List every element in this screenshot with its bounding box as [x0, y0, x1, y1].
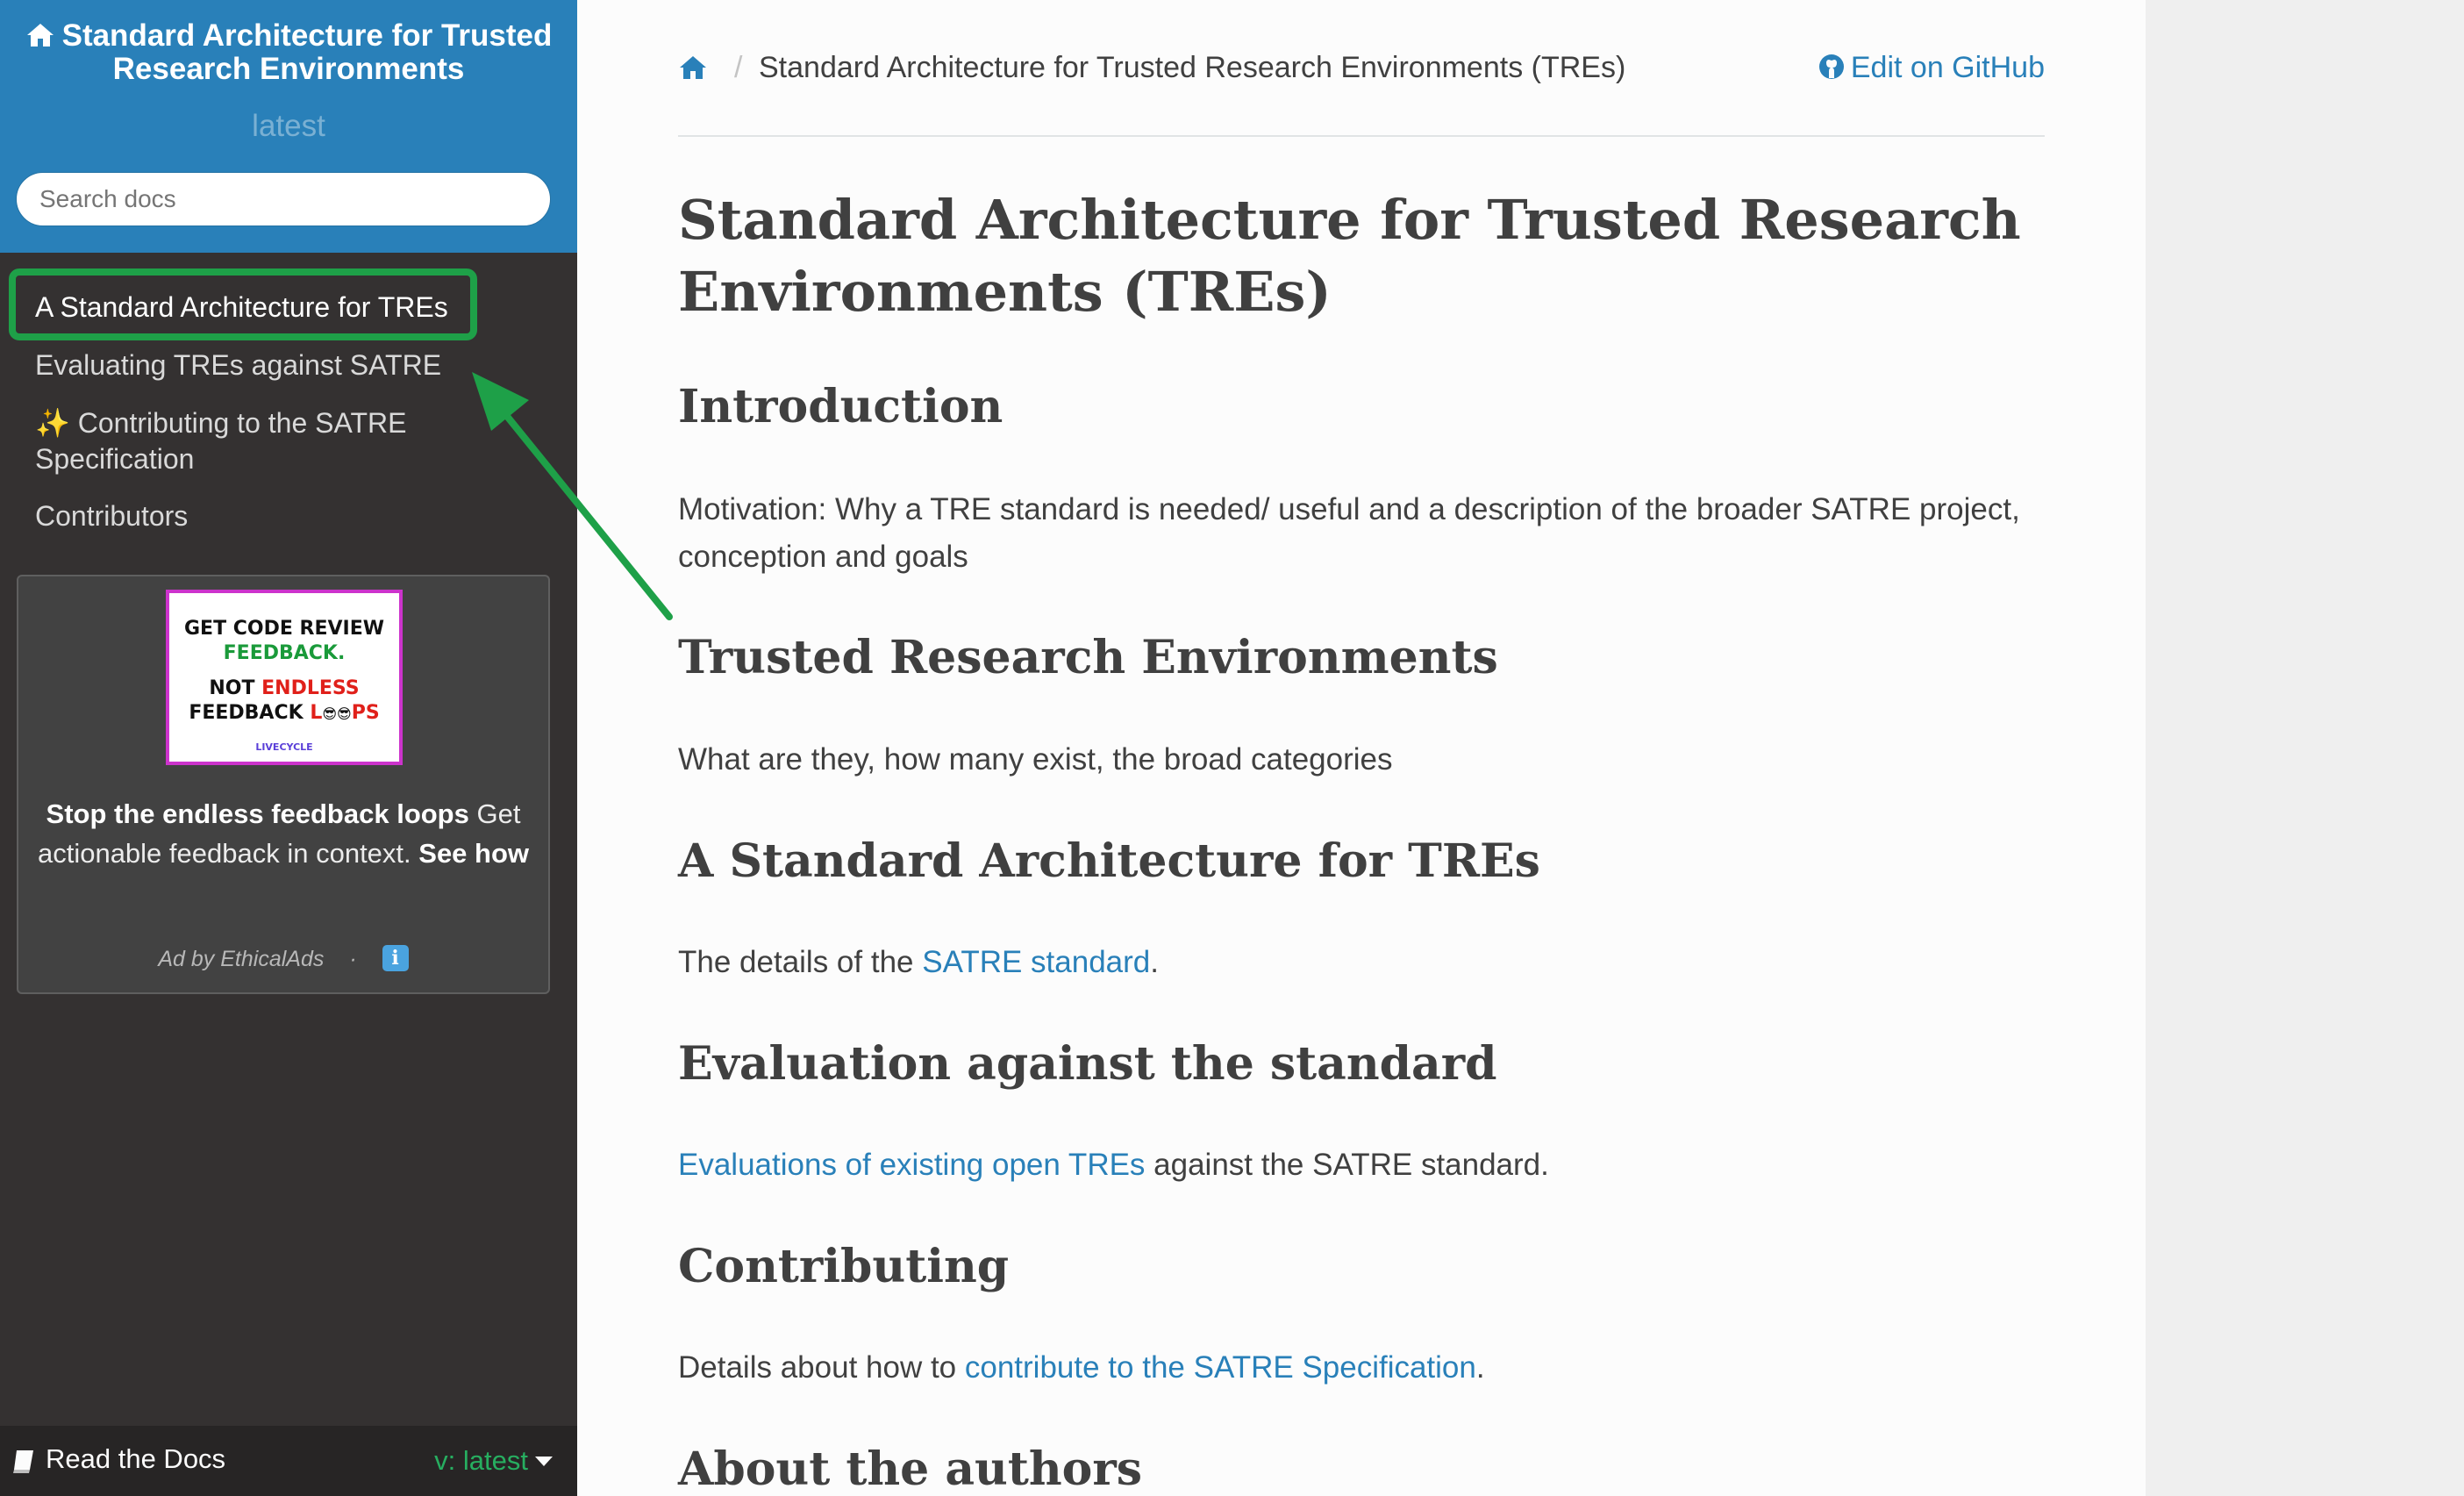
- heading-trusted-research-environments: Trusted Research Environments: [678, 631, 1498, 684]
- sidebar-header: Standard Architecture for Trusted Resear…: [0, 0, 577, 253]
- ad-image[interactable]: GET CODE REVIEW FEEDBACK. NOT ENDLESS FE…: [166, 590, 403, 765]
- breadcrumb-divider: [678, 135, 2045, 137]
- tre-paragraph: What are they, how many exist, the broad…: [678, 742, 1393, 777]
- version-selector[interactable]: v: latest: [434, 1445, 553, 1477]
- project-title: Standard Architecture for Trusted Resear…: [61, 18, 553, 86]
- heading-introduction: Introduction: [678, 380, 1003, 433]
- github-icon: [1818, 54, 1844, 79]
- rtd-label: Read the Docs: [46, 1443, 226, 1474]
- rtd-version-bar[interactable]: Read the Docs v: latest: [0, 1426, 577, 1496]
- sidebar: Standard Architecture for Trusted Resear…: [0, 0, 577, 1496]
- heading-about-authors: About the authors: [678, 1442, 1143, 1496]
- ad-image-line: GET CODE REVIEW: [183, 618, 385, 640]
- ethical-ad: GET CODE REVIEW FEEDBACK. NOT ENDLESS FE…: [17, 575, 550, 994]
- sidebar-item-contributors[interactable]: Contributors: [35, 498, 188, 533]
- breadcrumb-current: Standard Architecture for Trusted Resear…: [759, 51, 1626, 84]
- main-content: / Standard Architecture for Trusted Rese…: [577, 0, 2146, 1496]
- version-label: latest: [252, 109, 325, 143]
- ad-image-line: FEEDBACK.: [223, 642, 346, 664]
- book-icon: [13, 1450, 33, 1473]
- home-icon[interactable]: [678, 54, 708, 81]
- breadcrumb-separator: /: [734, 51, 743, 84]
- contribute-link[interactable]: contribute to the SATRE Specification: [965, 1350, 1476, 1385]
- page-title: Standard Architecture for Trusted Resear…: [678, 188, 2021, 324]
- evaluations-link[interactable]: Evaluations of existing open TREs: [678, 1148, 1145, 1182]
- satre-standard-link[interactable]: SATRE standard: [922, 945, 1150, 979]
- project-title-link[interactable]: Standard Architecture for Trusted Resear…: [18, 19, 560, 86]
- home-icon: [26, 24, 54, 47]
- evaluation-paragraph: Evaluations of existing open TREs agains…: [678, 1148, 1549, 1182]
- caret-down-icon: [535, 1457, 553, 1466]
- heading-contributing: Contributing: [678, 1240, 1010, 1293]
- ad-image-line: NOT ENDLESS: [209, 677, 360, 699]
- ad-image-line: FEEDBACK L😎😎PS: [189, 702, 380, 724]
- info-icon[interactable]: i: [382, 945, 409, 971]
- ad-brand-logo: LIVECYCLE: [255, 741, 313, 753]
- standard-paragraph: The details of the SATRE standard.: [678, 945, 1159, 979]
- ad-text[interactable]: Stop the endless feedback loops Get acti…: [36, 794, 531, 873]
- right-gutter: [2146, 0, 2464, 1496]
- heading-evaluation: Evaluation against the standard: [678, 1037, 1497, 1091]
- sidebar-item-standard-architecture[interactable]: A Standard Architecture for TREs: [35, 290, 448, 325]
- contributing-paragraph: Details about how to contribute to the S…: [678, 1350, 1485, 1385]
- sidebar-item-contributing-cont[interactable]: Specification: [35, 441, 194, 476]
- edit-on-github-link[interactable]: Edit on GitHub: [1818, 51, 2045, 85]
- breadcrumb: / Standard Architecture for Trusted Rese…: [678, 51, 2045, 89]
- ad-attribution[interactable]: Ad by EthicalAds · i: [18, 945, 548, 972]
- intro-paragraph: Motivation: Why a TRE standard is needed…: [678, 492, 2020, 574]
- search-input[interactable]: [16, 172, 551, 226]
- sidebar-item-evaluating-tres[interactable]: Evaluating TREs against SATRE: [35, 347, 441, 383]
- sidebar-item-contributing[interactable]: ✨ Contributing to the SATRE: [35, 405, 406, 440]
- heading-standard-architecture: A Standard Architecture for TREs: [678, 834, 1540, 888]
